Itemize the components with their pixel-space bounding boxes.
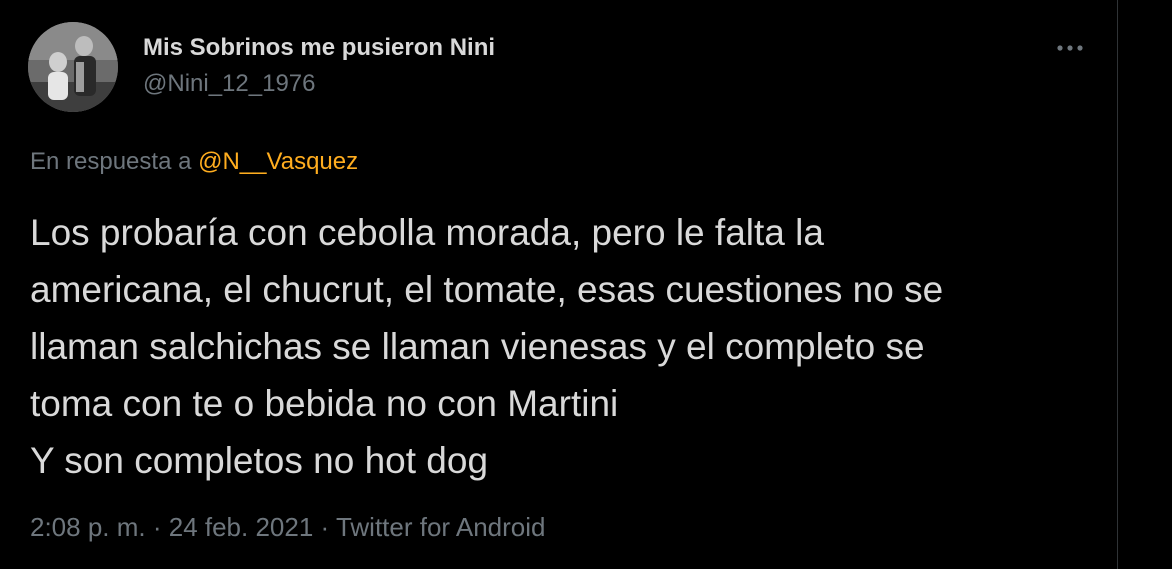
avatar-photo: [28, 22, 118, 112]
author-display-name[interactable]: Mis Sobrinos me pusieron Nini: [143, 34, 495, 62]
tweet-source-link[interactable]: Twitter for Android: [336, 512, 546, 542]
reply-mention-link[interactable]: @N__Vasquez: [198, 148, 358, 175]
more-options-button[interactable]: [1048, 32, 1092, 64]
tweet-text: Los probaría con cebolla morada, pero le…: [30, 212, 944, 481]
reply-prefix: En respuesta a: [30, 148, 199, 175]
tweet-metadata: 2:08 p. m. · 24 feb. 2021 · Twitter for …: [30, 512, 546, 543]
column-divider: [1117, 0, 1118, 569]
meta-separator: ·: [145, 512, 169, 542]
more-horizontal-icon: [1057, 45, 1083, 51]
avatar[interactable]: [28, 22, 118, 112]
tweet-time[interactable]: 2:08 p. m.: [30, 512, 146, 542]
reply-context: En respuesta a @N__Vasquez: [30, 148, 358, 176]
meta-separator: ·: [313, 512, 336, 542]
author-handle[interactable]: @Nini_12_1976: [143, 70, 316, 98]
tweet-date[interactable]: 24 feb. 2021: [169, 512, 314, 542]
